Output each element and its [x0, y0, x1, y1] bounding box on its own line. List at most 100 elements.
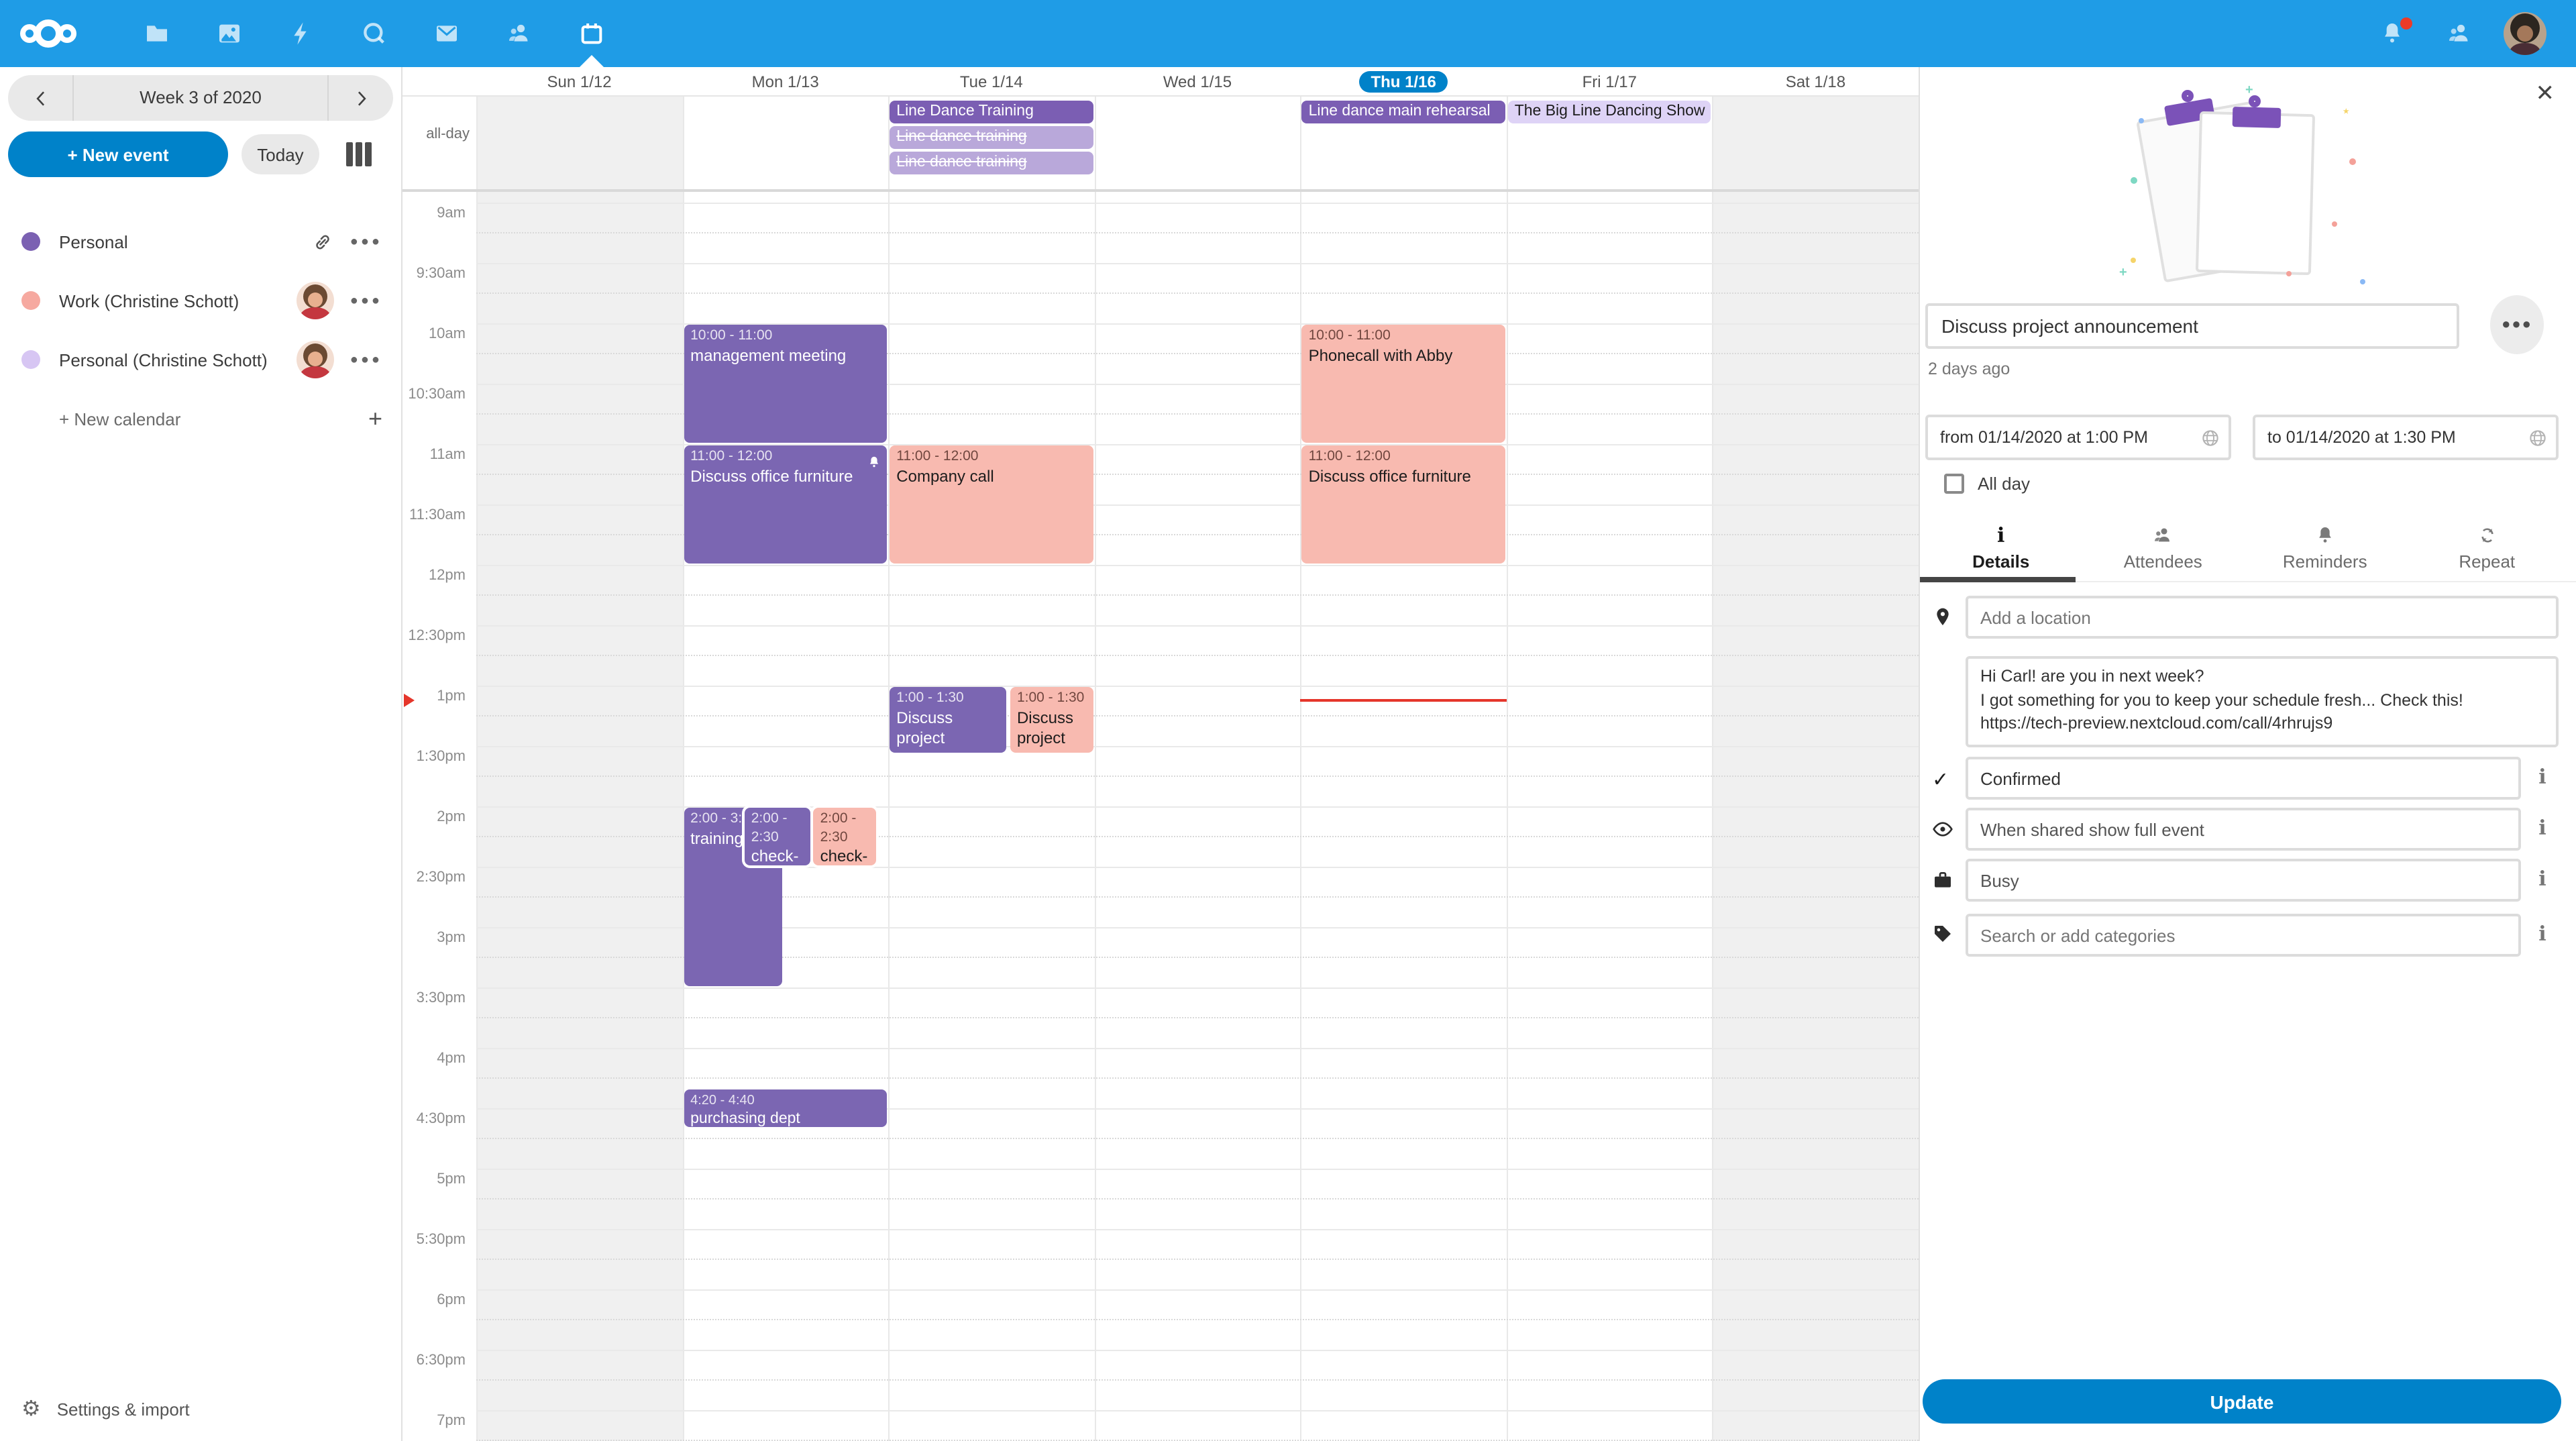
editor-tabs: iDetailsAttendeesRemindersRepeat [1920, 518, 2568, 582]
end-datetime-field[interactable]: to 01/14/2020 at 1:30 PM [2253, 415, 2559, 460]
timezone-globe-icon[interactable] [2200, 428, 2220, 448]
slot-line [476, 565, 1919, 566]
busy-briefcase-icon [1932, 869, 1953, 891]
calendar-list-item[interactable]: Personal●●● [0, 212, 401, 271]
previous-week-button[interactable] [8, 75, 72, 121]
day-header-row: Sun 1/12Mon 1/13Tue 1/14Wed 1/15Thu 1/16… [402, 67, 1919, 97]
event-title-input[interactable] [1925, 303, 2459, 349]
visibility-info-icon[interactable]: i [2532, 818, 2553, 839]
calendar-menu-icon[interactable]: ●●● [350, 293, 382, 308]
status-check-icon: ✓ [1932, 767, 1953, 789]
all-day-checkbox[interactable] [1944, 474, 1964, 494]
column-divider [1094, 67, 1095, 1441]
calendar-event[interactable]: 1:00 - 1:30Discuss project [1010, 687, 1093, 753]
status-select[interactable]: Confirmed [1966, 757, 2521, 800]
freebusy-info-icon[interactable]: i [2532, 869, 2553, 890]
all-day-event[interactable]: Line dance training [890, 126, 1093, 149]
categories-input[interactable]: Search or add categories [1966, 914, 2521, 957]
time-label: 6:30pm [402, 1352, 466, 1369]
all-day-event[interactable]: Line Dance Training [890, 101, 1093, 123]
calendar-event[interactable]: 2:00 - 2:30check-in [745, 808, 810, 865]
new-calendar-button[interactable]: + New calendar+ [0, 389, 401, 448]
day-header-thu[interactable]: Thu 1/16 [1301, 67, 1507, 97]
app-photos-icon[interactable] [212, 0, 247, 67]
slot-line [476, 1410, 1919, 1411]
calendar-event[interactable]: 1:00 - 1:30Discuss project announcement [890, 687, 1006, 753]
app-files-icon[interactable] [140, 0, 174, 67]
close-icon[interactable]: ✕ [2536, 81, 2555, 107]
quarter-hour-line [476, 1319, 1919, 1320]
time-label: 12:30pm [402, 628, 466, 644]
slot-line [476, 1350, 1919, 1351]
all-day-event[interactable]: Line dance training [890, 152, 1093, 174]
location-input[interactable] [1966, 596, 2559, 639]
calendar-event[interactable]: 2:00 - 2:30check-in [814, 808, 876, 865]
app-talk-icon[interactable] [357, 0, 392, 67]
weekend-column[interactable] [476, 97, 682, 1441]
plus-icon: + [368, 407, 382, 431]
slot-line [476, 1169, 1919, 1170]
app-contacts-icon[interactable] [502, 0, 537, 67]
tab-repeat[interactable]: Repeat [2406, 518, 2569, 582]
weekend-column[interactable] [1713, 97, 1919, 1441]
day-header-sun[interactable]: Sun 1/12 [476, 67, 682, 97]
day-header-wed[interactable]: Wed 1/15 [1094, 67, 1300, 97]
visibility-select[interactable]: When shared show full event [1966, 808, 2521, 851]
quarter-hour-line [476, 1259, 1919, 1260]
calendar-event[interactable]: 11:00 - 12:00Discuss office furniture [684, 445, 887, 564]
calendar-event[interactable]: 10:00 - 11:00management meeting [684, 325, 887, 443]
nextcloud-logo-icon[interactable] [19, 0, 78, 67]
current-time-line [1301, 698, 1507, 701]
all-day-event[interactable]: The Big Line Dancing Show [1508, 101, 1711, 123]
info-icon: i [1997, 525, 2004, 546]
today-button[interactable]: Today [241, 134, 319, 174]
tab-attendees[interactable]: Attendees [2082, 518, 2245, 582]
start-datetime-field[interactable]: from 01/14/2020 at 1:00 PM [1925, 415, 2231, 460]
calendar-menu-icon[interactable]: ●●● [350, 234, 382, 249]
timezone-globe-icon[interactable] [2528, 428, 2548, 448]
day-header-fri[interactable]: Fri 1/17 [1507, 67, 1713, 97]
time-label: 10:30am [402, 386, 466, 403]
all-day-checkbox-row[interactable]: All day [1931, 474, 2030, 494]
time-label: 3:30pm [402, 990, 466, 1006]
tab-reminders[interactable]: Reminders [2244, 518, 2406, 582]
freebusy-select[interactable]: Busy [1966, 859, 2521, 902]
categories-tag-icon [1932, 923, 1953, 945]
share-link-icon[interactable] [311, 230, 334, 253]
time-label: 4:30pm [402, 1111, 466, 1127]
day-header-mon[interactable]: Mon 1/13 [682, 67, 888, 97]
column-divider [888, 67, 890, 1441]
calendar-event[interactable]: 11:00 - 12:00Discuss office furniture [1302, 445, 1505, 564]
status-info-icon[interactable]: i [2532, 767, 2553, 788]
calendar-list-item[interactable]: Personal (Christine Schott)●●● [0, 330, 401, 389]
slot-line [476, 1229, 1919, 1230]
settings-and-import[interactable]: ⚙ Settings & import [0, 1382, 401, 1436]
week-navigation: Week 3 of 2020 [8, 75, 393, 121]
calendar-event[interactable]: 4:20 - 4:40purchasing dept [684, 1089, 887, 1127]
event-actions-menu-button[interactable]: ●●● [2490, 295, 2544, 354]
all-day-event[interactable]: Line dance main rehearsal [1302, 101, 1505, 123]
day-header-sat[interactable]: Sat 1/18 [1713, 67, 1919, 97]
calendar-event[interactable]: 11:00 - 12:00Company call [890, 445, 1093, 564]
notifications-bell-icon[interactable] [2375, 0, 2410, 67]
slot-line [476, 1048, 1919, 1049]
app-mail-icon[interactable] [429, 0, 464, 67]
calendar-list: Personal●●●Work (Christine Schott)●●●Per… [0, 212, 401, 448]
tab-details[interactable]: iDetails [1920, 518, 2082, 582]
top-bar [0, 0, 2576, 67]
contacts-menu-icon[interactable] [2442, 0, 2477, 67]
day-header-tue[interactable]: Tue 1/14 [888, 67, 1094, 97]
owner-avatar [297, 341, 334, 378]
categories-info-icon[interactable]: i [2532, 924, 2553, 945]
view-mode-toggle-icon[interactable] [346, 142, 372, 166]
description-textarea[interactable]: Hi Carl! are you in next week? I got som… [1966, 656, 2559, 747]
calendar-event[interactable]: 10:00 - 11:00Phonecall with Abby [1302, 325, 1505, 443]
quarter-hour-line [476, 1379, 1919, 1381]
app-activity-icon[interactable] [284, 0, 319, 67]
new-event-button[interactable]: + New event [8, 131, 228, 177]
user-avatar[interactable] [2504, 12, 2546, 55]
update-button[interactable]: Update [1923, 1379, 2561, 1424]
next-week-button[interactable] [329, 75, 393, 121]
calendar-menu-icon[interactable]: ●●● [350, 352, 382, 367]
calendar-list-item[interactable]: Work (Christine Schott)●●● [0, 271, 401, 330]
